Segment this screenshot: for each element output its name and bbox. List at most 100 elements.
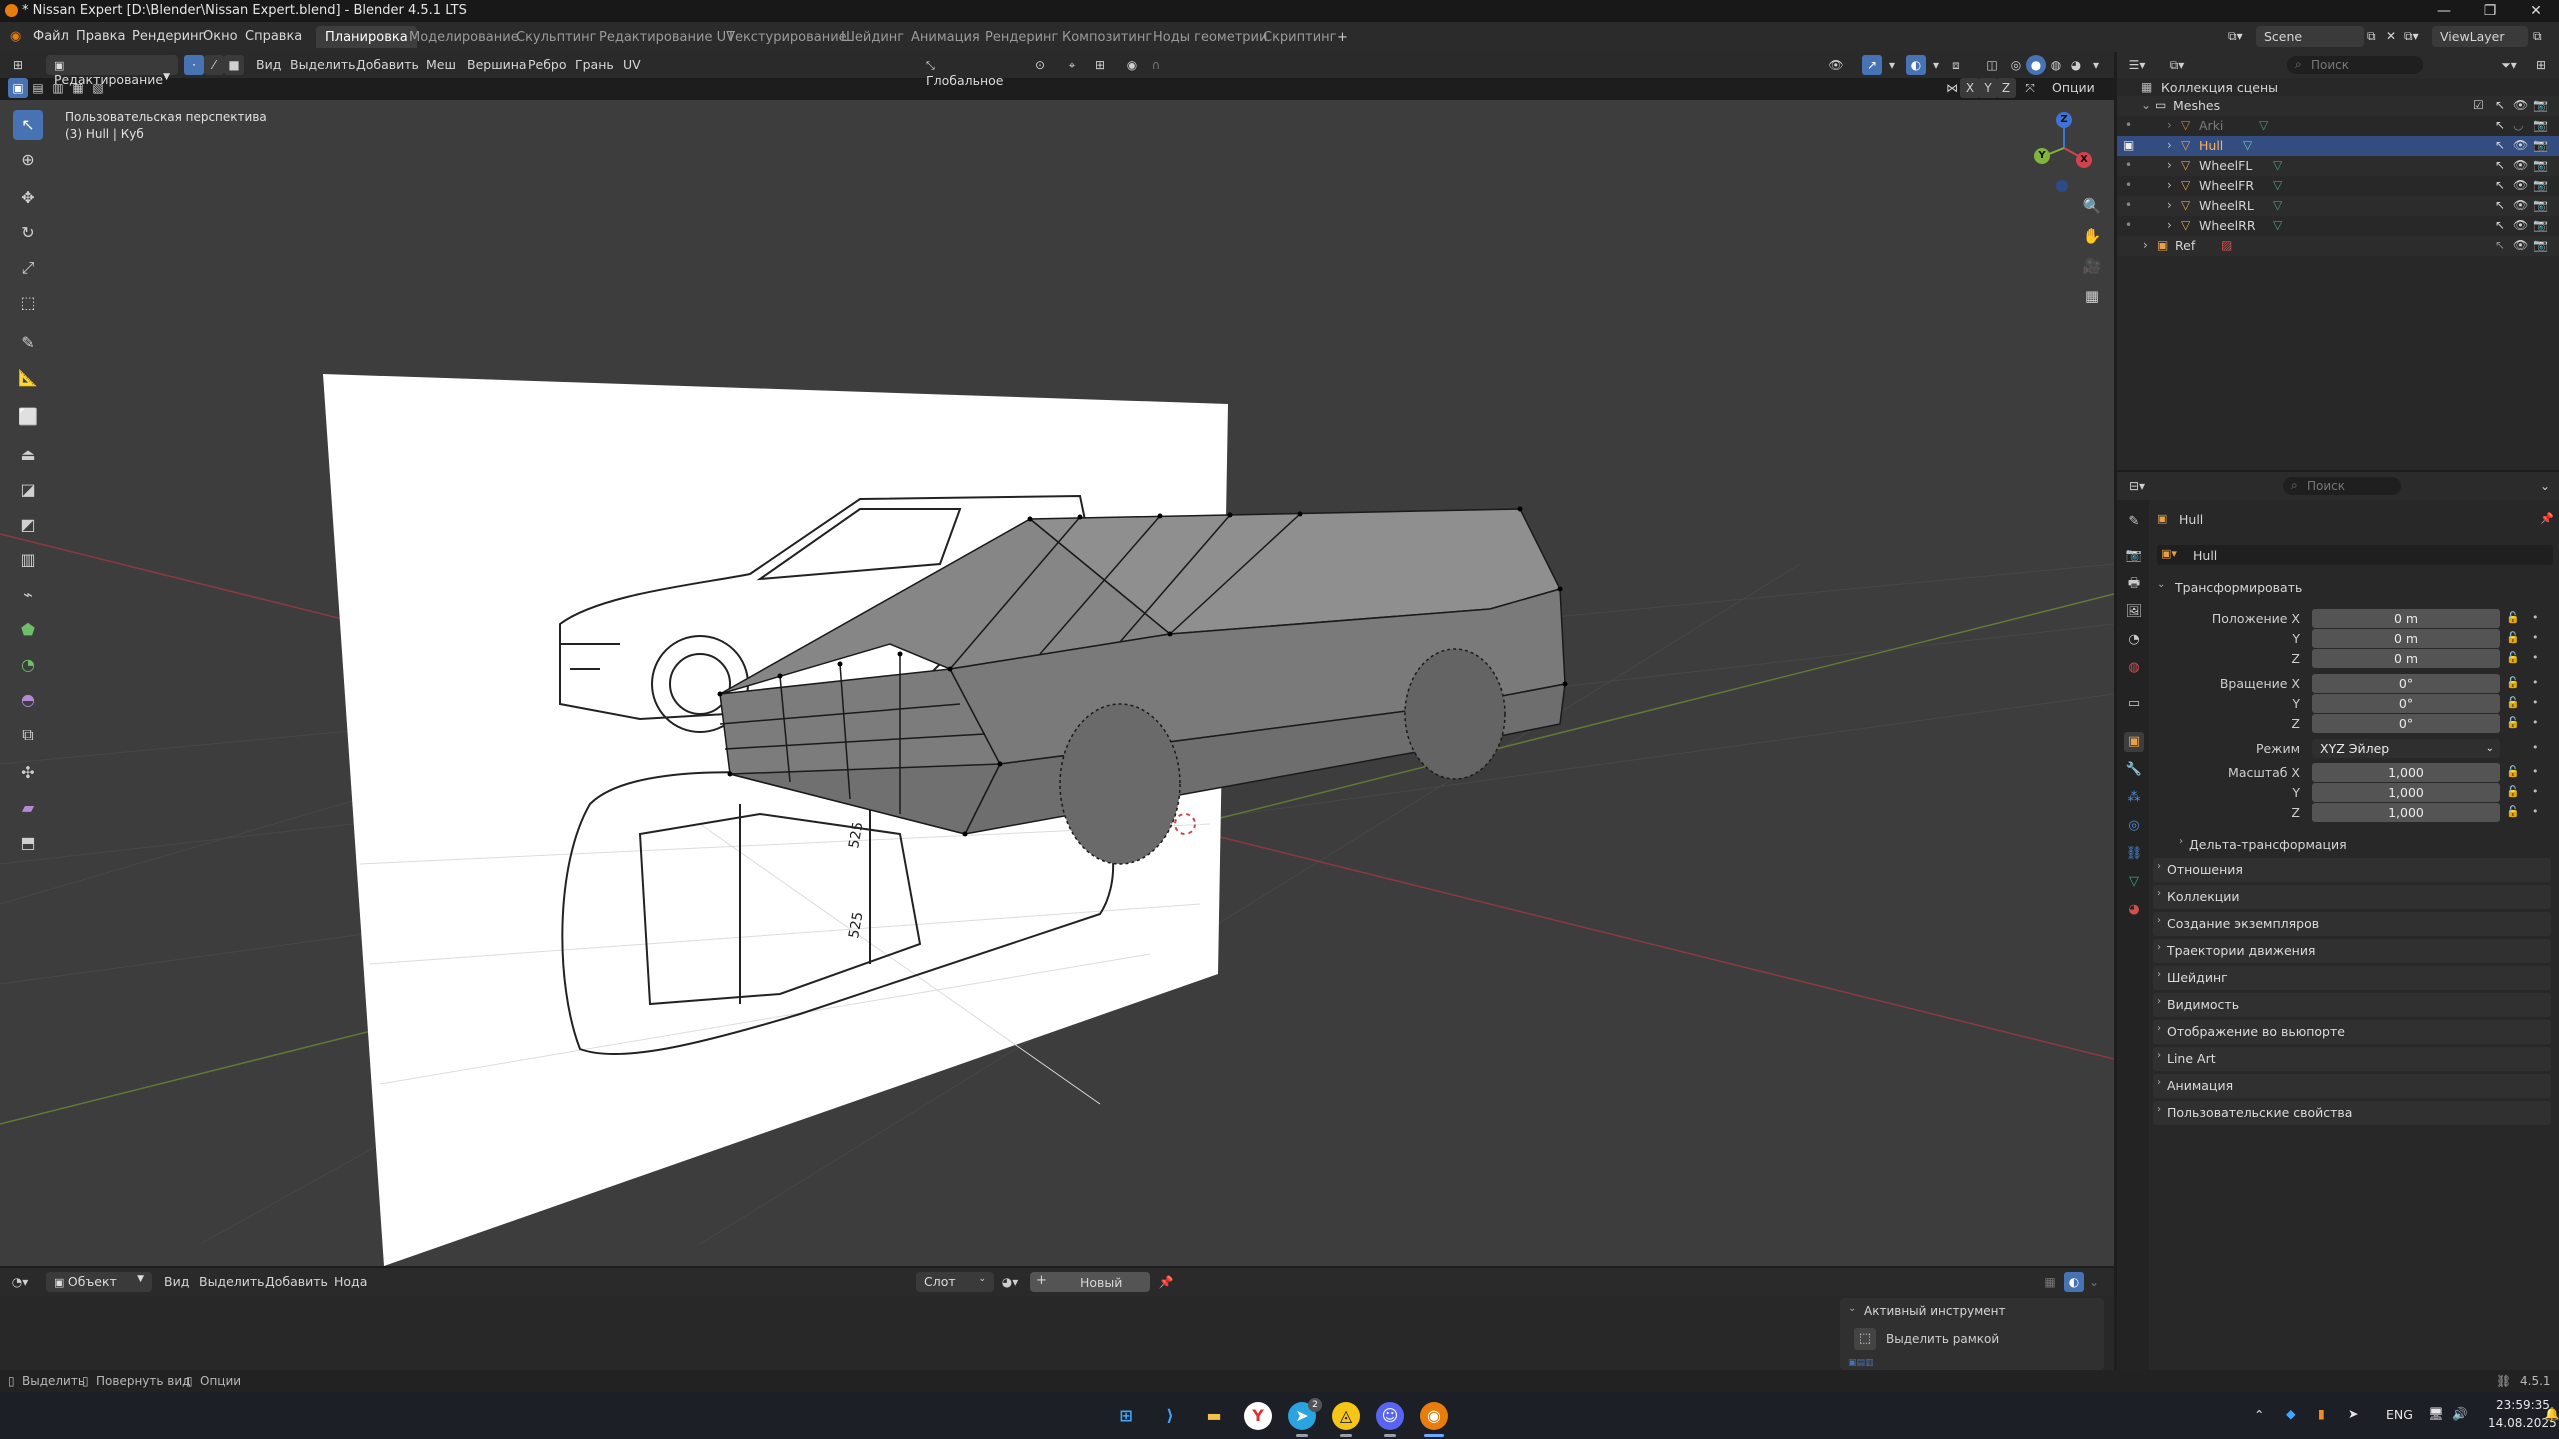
lock-icon[interactable]: 🔓 xyxy=(2506,651,2520,664)
move-tool[interactable]: ✥ xyxy=(13,183,43,213)
shrink-fatten-tool[interactable]: ✣ xyxy=(13,758,43,788)
select-arrow-icon[interactable]: ↖ xyxy=(2495,218,2505,232)
options-dropdown[interactable]: Опции xyxy=(2046,78,2101,98)
annotate-tool[interactable]: ✎ xyxy=(13,328,43,358)
eye-icon[interactable]: 👁 xyxy=(2513,158,2528,172)
panel-collections[interactable]: › Коллекции xyxy=(2153,885,2551,909)
node-menu-view[interactable]: Вид xyxy=(158,1272,195,1292)
outliner-editor-type-icon[interactable]: ☰▾ xyxy=(2127,55,2147,75)
minimize-button[interactable]: — xyxy=(2421,0,2467,22)
physics-tab-icon[interactable]: ◎ xyxy=(2124,816,2144,836)
rendered-shading-icon[interactable]: ◕ xyxy=(2066,55,2086,75)
overlay-toggle-icon[interactable]: ◐ xyxy=(1906,55,1926,75)
lock-icon[interactable]: 🔓 xyxy=(2506,805,2520,818)
outliner-row-wheelfl[interactable]: • › ▽ WheelFL ▽ ↖ 👁 📷 xyxy=(2117,156,2559,176)
loop-cut-tool[interactable]: ▥ xyxy=(13,545,43,575)
view-layer-selector[interactable]: ViewLayer xyxy=(2432,26,2528,47)
clock-time[interactable]: 23:59:35 xyxy=(2496,1398,2550,1412)
node-menu-node[interactable]: Нода xyxy=(328,1272,373,1292)
mode-selector[interactable]: ▣ Редактирование ▼ xyxy=(46,55,178,87)
yandex-browser-icon[interactable]: Y xyxy=(1244,1402,1272,1430)
world-tab-icon[interactable]: ◍ xyxy=(2124,658,2144,678)
select-box-icon[interactable]: ⬚ xyxy=(1854,1328,1876,1350)
transform-panel-header[interactable]: ⌄ Трансформировать xyxy=(2153,576,2551,598)
perspective-toggle-icon[interactable]: ▦ xyxy=(2078,282,2106,310)
location-z-field[interactable]: 0 m xyxy=(2312,649,2500,668)
mirror-y-toggle[interactable]: Y xyxy=(1978,78,1998,98)
keyframe-dot-icon[interactable]: • xyxy=(2532,696,2539,709)
location-x-field[interactable]: 0 m xyxy=(2312,609,2500,628)
output-tab-icon[interactable]: 🖶 xyxy=(2124,574,2144,594)
blender-menu-icon[interactable]: ◉ xyxy=(10,29,21,44)
outliner-row-meshes[interactable]: ⌄ ▭ Meshes ☑ ↖ 👁 📷 xyxy=(2117,96,2559,116)
3d-viewport[interactable]: 525 525 Пользовательская перспектива (3)… xyxy=(0,100,2114,1266)
scale-y-field[interactable]: 1,000 xyxy=(2312,783,2500,802)
eye-icon[interactable]: 👁 xyxy=(2513,178,2528,192)
mirror-x-toggle[interactable]: X xyxy=(1960,78,1980,98)
camera-icon[interactable]: 📷 xyxy=(2533,238,2548,252)
keyframe-dot-icon[interactable]: • xyxy=(2532,741,2539,754)
slot-selector[interactable]: Слот ⌄ xyxy=(916,1272,994,1292)
vscode-icon[interactable]: ⟩ xyxy=(1156,1402,1184,1430)
mirror-icon[interactable]: ⋈ xyxy=(1942,78,1962,98)
delete-scene-icon[interactable]: ✕ xyxy=(2386,29,2396,43)
notifications-icon[interactable]: 🔔 xyxy=(2544,1406,2559,1422)
shader-editor-canvas[interactable] xyxy=(0,1296,2114,1370)
gizmo-y-axis[interactable]: Y xyxy=(2034,148,2050,164)
file-explorer-icon[interactable]: ▬ xyxy=(1200,1402,1228,1430)
gizmo-toggle-icon[interactable]: ↗ xyxy=(1862,55,1882,75)
smooth-tool[interactable]: ◓ xyxy=(13,685,43,715)
camera-icon[interactable]: 📷 xyxy=(2533,98,2548,112)
outliner-row-wheelrr[interactable]: • › ▽ WheelRR ▽ ↖ 👁 📷 xyxy=(2117,216,2559,236)
select-arrow-icon[interactable]: ↖ xyxy=(2495,178,2505,192)
visibility-icon[interactable]: 👁 xyxy=(1826,55,1846,75)
snap-icon[interactable]: ⌖ xyxy=(1062,55,1082,75)
node-menu-add[interactable]: Добавить xyxy=(259,1272,334,1292)
camera-icon[interactable]: 📷 xyxy=(2533,118,2548,132)
render-tab-icon[interactable]: 📷 xyxy=(2124,546,2144,566)
backdrop-icon[interactable]: ▦ xyxy=(2040,1272,2060,1292)
app-icon[interactable]: ◬ xyxy=(1332,1402,1360,1430)
mesh-overlay-icon[interactable]: ⧈ xyxy=(1946,55,1966,75)
wireframe-shading-icon[interactable]: ◎ xyxy=(2006,55,2026,75)
face-select-icon[interactable]: ■ xyxy=(224,55,244,75)
keyframe-dot-icon[interactable]: • xyxy=(2532,676,2539,689)
keyframe-dot-icon[interactable]: • xyxy=(2532,765,2539,778)
new-view-layer-icon[interactable]: ⧉ xyxy=(2533,29,2542,44)
scale-x-field[interactable]: 1,000 xyxy=(2312,763,2500,782)
camera-icon[interactable]: 📷 xyxy=(2533,218,2548,232)
object-tab-icon[interactable]: ▣ xyxy=(2124,732,2144,752)
lock-icon[interactable]: 🔓 xyxy=(2506,785,2520,798)
menu-help[interactable]: Справка xyxy=(245,29,302,44)
extrude-tool[interactable]: ⏏ xyxy=(13,440,43,470)
object-name-field[interactable]: ▣▾ Hull xyxy=(2157,545,2553,565)
bevel-tool[interactable]: ◩ xyxy=(13,510,43,540)
wheel-front[interactable] xyxy=(1059,703,1181,865)
proportional-edit-icon[interactable]: ◉ xyxy=(1122,55,1142,75)
menu-render[interactable]: Рендеринг xyxy=(132,29,205,44)
vertex-select-icon[interactable]: ⋅ xyxy=(184,55,204,75)
material-shading-icon[interactable]: ◍ xyxy=(2046,55,2066,75)
transform-orientation-selector[interactable]: ⤡ Глобальное xyxy=(918,55,1022,88)
particles-tab-icon[interactable]: ⁂ xyxy=(2124,788,2144,808)
outliner-row-wheelrl[interactable]: • › ▽ WheelRL ▽ ↖ 👁 📷 xyxy=(2117,196,2559,216)
menu-window[interactable]: Окно xyxy=(203,29,238,44)
mirror-z-toggle[interactable]: Z xyxy=(1996,78,2016,98)
rotate-tool[interactable]: ↻ xyxy=(13,218,43,248)
keyframe-dot-icon[interactable]: • xyxy=(2532,611,2539,624)
rotation-z-field[interactable]: 0° xyxy=(2312,714,2500,733)
menu-file[interactable]: Файл xyxy=(33,29,69,44)
panel-instancing[interactable]: › Создание экземпляров xyxy=(2153,912,2551,936)
lock-icon[interactable]: 🔓 xyxy=(2506,765,2520,778)
scene-selector[interactable]: Scene xyxy=(2256,26,2364,47)
maximize-button[interactable]: ❐ xyxy=(2467,0,2513,22)
location-y-field[interactable]: 0 m xyxy=(2312,629,2500,648)
collection-tab-icon[interactable]: ▭ xyxy=(2124,694,2144,714)
rotation-mode-dropdown[interactable]: XYZ Эйлер ⌄ xyxy=(2312,739,2500,758)
solid-shading-icon[interactable]: ● xyxy=(2026,55,2046,75)
camera-view-icon[interactable]: 🎥 xyxy=(2078,252,2106,280)
chevron-down-icon[interactable]: ⌄ xyxy=(1848,1303,1856,1314)
menu-edit[interactable]: Правка xyxy=(76,29,125,44)
mesh-data-tab-icon[interactable]: ▽ xyxy=(2124,872,2144,892)
panel-viewport-display[interactable]: › Отображение во вьюпорте xyxy=(2153,1020,2551,1044)
